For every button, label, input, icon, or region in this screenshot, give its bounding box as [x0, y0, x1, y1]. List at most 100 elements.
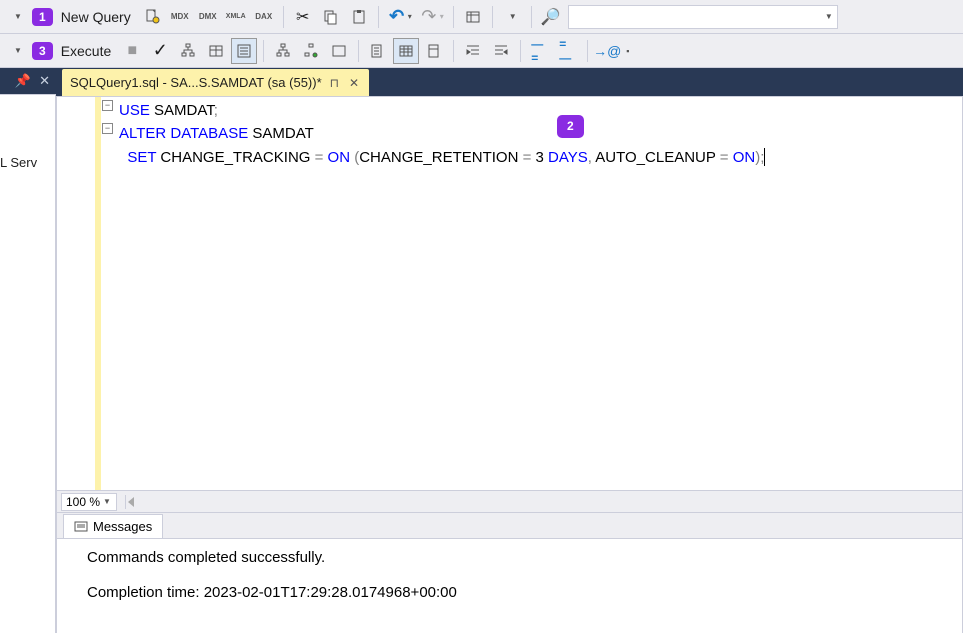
estimated-plan-button[interactable]: [175, 38, 201, 64]
execute-button[interactable]: Execute: [59, 38, 118, 64]
client-stats-button[interactable]: [326, 38, 352, 64]
messages-tab[interactable]: Messages: [63, 514, 163, 538]
dax-button[interactable]: DAX: [251, 4, 277, 30]
pin-icon[interactable]: ⊓: [328, 76, 341, 90]
results-text-button[interactable]: [365, 38, 391, 64]
results-grid-button[interactable]: [393, 38, 419, 64]
comment-icon: —=: [531, 42, 549, 60]
grid-icon: [207, 42, 225, 60]
search-input[interactable]: [569, 9, 821, 24]
close-icon[interactable]: ✕: [347, 76, 361, 90]
search-box[interactable]: ▼: [568, 5, 838, 29]
dmx-button[interactable]: DMX: [195, 4, 221, 30]
copy-icon: [322, 8, 340, 26]
paste-button[interactable]: [346, 4, 372, 30]
message-completion: Completion time: 2023-02-01T17:29:28.017…: [87, 584, 954, 601]
outdent-button[interactable]: [488, 38, 514, 64]
panel-label: L Serv: [0, 155, 37, 170]
new-file-button[interactable]: [139, 4, 165, 30]
plan-icon: [464, 8, 482, 26]
intellisense-button[interactable]: [231, 38, 257, 64]
separator: [358, 40, 359, 62]
sql-punct: ;: [214, 102, 218, 119]
panel-body[interactable]: L Serv: [0, 94, 56, 633]
at-icon: →@: [598, 42, 616, 60]
actual-plan-button[interactable]: [270, 38, 296, 64]
specify-values-button[interactable]: →@: [594, 38, 620, 64]
live-stats-button[interactable]: [298, 38, 324, 64]
pin-icon[interactable]: 📌: [15, 73, 31, 89]
indent-button[interactable]: [460, 38, 486, 64]
dax-icon: DAX: [255, 8, 273, 26]
redo-button[interactable]: ↷▾: [417, 4, 447, 30]
editor: − − USE SAMDAT;ALTER DATABASE SAMDAT SET…: [56, 96, 963, 633]
undo-icon: ↶: [388, 8, 406, 26]
toolbar-overflow: ▪: [622, 46, 633, 56]
results-tab-strip: Messages: [57, 512, 962, 538]
xmla-button[interactable]: XMLA: [223, 4, 249, 30]
more-button[interactable]: ▼: [499, 4, 525, 30]
xmla-icon: XMLA: [227, 8, 245, 26]
stop-icon: ■: [123, 42, 141, 60]
chevron-down-icon: ▾: [438, 12, 444, 21]
messages-pane[interactable]: Commands completed successfully. Complet…: [57, 538, 962, 633]
chevron-down-icon: ▼: [507, 12, 517, 21]
uncomment-button[interactable]: =—: [555, 38, 581, 64]
sql-num: 3: [531, 149, 548, 166]
separator: [492, 6, 493, 28]
sql-keyword: DATABASE: [166, 125, 248, 142]
fold-toggle[interactable]: −: [102, 100, 113, 111]
toolbar-left-dropdown[interactable]: ▼: [4, 4, 30, 30]
dmx-icon: DMX: [199, 8, 217, 26]
code-area[interactable]: − − USE SAMDAT;ALTER DATABASE SAMDAT SET…: [57, 97, 962, 490]
sql-ident: SAMDAT: [248, 125, 314, 142]
separator: [531, 6, 532, 28]
separator: [453, 40, 454, 62]
text-icon: [369, 42, 387, 60]
tree2-icon: [274, 42, 292, 60]
sql-keyword: SET: [127, 149, 156, 166]
editor-area: SQLQuery1.sql - SA...S.SAMDAT (sa (55))*…: [56, 68, 963, 633]
redo-icon: ↷: [420, 8, 438, 26]
sql-ident: AUTO_CLEANUP: [592, 149, 720, 166]
sql-punct: );: [755, 149, 764, 166]
scissors-icon: ✂: [294, 8, 312, 26]
query-options-button[interactable]: [203, 38, 229, 64]
new-query-label: New Query: [61, 9, 131, 25]
toolbar2-left-dropdown[interactable]: ▼: [4, 38, 30, 64]
list-icon: [235, 42, 253, 60]
plan-button[interactable]: [460, 4, 486, 30]
close-icon[interactable]: ✕: [39, 73, 50, 89]
parse-button[interactable]: ✓: [147, 38, 173, 64]
uncomment-icon: =—: [559, 42, 577, 60]
fold-column: − −: [101, 97, 117, 490]
grid2-icon: [397, 42, 415, 60]
undo-button[interactable]: ↶▾: [385, 4, 415, 30]
comment-button[interactable]: —=: [527, 38, 553, 64]
results-file-button[interactable]: [421, 38, 447, 64]
code-lines[interactable]: USE SAMDAT;ALTER DATABASE SAMDAT SET CHA…: [117, 97, 962, 490]
sql-op: =: [720, 149, 729, 166]
new-query-button[interactable]: New Query: [59, 4, 137, 30]
file2-icon: [425, 42, 443, 60]
cut-button[interactable]: ✂: [290, 4, 316, 30]
annotation-badge-3: 3: [32, 42, 53, 60]
copy-button[interactable]: [318, 4, 344, 30]
client-stats-icon: [330, 42, 348, 60]
find-button[interactable]: 🔎: [538, 4, 564, 30]
main-area: 📌 ✕ L Serv SQLQuery1.sql - SA...S.SAMDAT…: [0, 68, 963, 633]
mdx-button[interactable]: MDX: [167, 4, 193, 30]
sql-keyword: USE: [119, 102, 150, 119]
indent-icon: [464, 42, 482, 60]
chevron-down-icon: ▼: [100, 497, 114, 506]
horizontal-scrollbar[interactable]: [125, 495, 958, 509]
stop-button[interactable]: ■: [119, 38, 145, 64]
messages-icon: [74, 520, 88, 534]
sql-ident: SAMDAT: [150, 102, 214, 119]
zoom-dropdown[interactable]: 100 % ▼: [61, 493, 117, 511]
fold-toggle[interactable]: −: [102, 123, 113, 134]
document-tab[interactable]: SQLQuery1.sql - SA...S.SAMDAT (sa (55))*…: [62, 69, 369, 96]
separator: [520, 40, 521, 62]
tree-icon: [179, 42, 197, 60]
separator: [263, 40, 264, 62]
